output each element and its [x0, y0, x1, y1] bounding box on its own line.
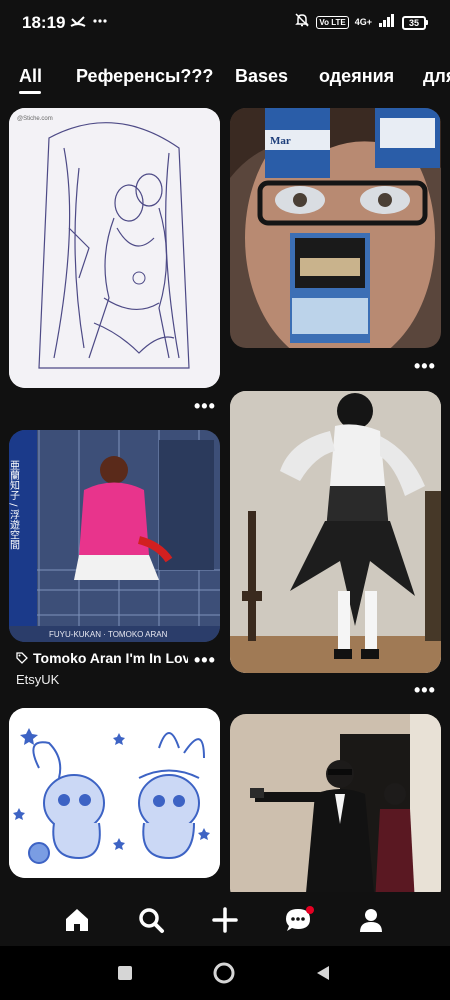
album-cover-image: 亜蘭知子 / 浮遊空間 FUYU-KUKAN · TOMOKO ARAN: [9, 430, 220, 642]
system-nav-bar: [0, 946, 450, 1000]
pin-title[interactable]: Tomoko Aran I'm In Lov...: [16, 650, 188, 666]
profile-icon[interactable]: [351, 900, 391, 940]
missed-call-icon: [70, 13, 86, 34]
suits-photo-image: [230, 714, 441, 892]
pin-feed[interactable]: @Stiche.com ••• Mar ••• 亜蘭知子 / 浮遊空間 FUYU…: [0, 108, 450, 892]
mute-bell-icon: [294, 12, 310, 33]
tab-references[interactable]: Референсы???: [76, 66, 213, 87]
pin-photo-cigarettes[interactable]: Mar: [230, 108, 441, 348]
pin-bunny-drawing[interactable]: [9, 708, 220, 878]
price-tag-icon: [16, 652, 28, 664]
tab-for[interactable]: для: [423, 66, 450, 87]
create-plus-icon[interactable]: [205, 900, 245, 940]
pin-photo-gothic-outfit[interactable]: [230, 391, 441, 673]
network-type: 4G+: [354, 17, 372, 27]
active-tab-indicator: [19, 91, 41, 94]
pin-album-cover[interactable]: 亜蘭知子 / 浮遊空間 FUYU-KUKAN · TOMOKO ARAN: [9, 430, 220, 642]
svg-text:FUYU-KUKAN · TOMOKO ARAN: FUYU-KUKAN · TOMOKO ARAN: [49, 630, 168, 639]
sketch-drawing-image: @Stiche.com: [9, 108, 220, 388]
tab-clothing[interactable]: одеяния: [319, 66, 394, 87]
bottom-nav: [0, 892, 450, 946]
search-icon[interactable]: [131, 900, 171, 940]
pin-watermark: @Stiche.com: [17, 116, 53, 122]
status-bar: 18:19 Vo LTE 4G+ 35: [0, 0, 450, 44]
pin-sketch-drawing[interactable]: @Stiche.com: [9, 108, 220, 388]
pin-photo-suits[interactable]: [230, 714, 441, 892]
battery-level: 35: [402, 15, 426, 30]
bunny-drawing-image: [9, 708, 220, 878]
battery-icon: 35: [402, 15, 428, 30]
pin-more-button[interactable]: •••: [414, 357, 436, 375]
volte-badge: Vo LTE: [316, 16, 349, 29]
svg-text:Mar: Mar: [270, 135, 291, 147]
notification-dot: [306, 906, 314, 914]
board-tabs: All Референсы??? Bases одеяния для: [0, 60, 450, 96]
more-dots-icon: [92, 13, 108, 34]
photo-cigarettes-image: Mar: [230, 108, 441, 348]
status-time: 18:19: [22, 13, 66, 32]
recents-square-icon[interactable]: [112, 960, 138, 986]
signal-icon: [378, 13, 396, 32]
gothic-outfit-image: [230, 391, 441, 673]
home-icon[interactable]: [57, 900, 97, 940]
tab-all[interactable]: All: [19, 66, 42, 87]
pin-more-button[interactable]: •••: [194, 397, 216, 415]
messages-icon[interactable]: [278, 900, 318, 940]
tab-bases[interactable]: Bases: [235, 66, 288, 87]
pin-more-button[interactable]: •••: [414, 681, 436, 699]
pin-more-button[interactable]: •••: [194, 651, 216, 669]
home-circle-icon[interactable]: [211, 960, 237, 986]
back-triangle-icon[interactable]: [310, 960, 336, 986]
svg-text:亜蘭知子 / 浮遊空間: 亜蘭知子 / 浮遊空間: [9, 460, 20, 551]
pin-source[interactable]: EtsyUK: [16, 672, 59, 687]
